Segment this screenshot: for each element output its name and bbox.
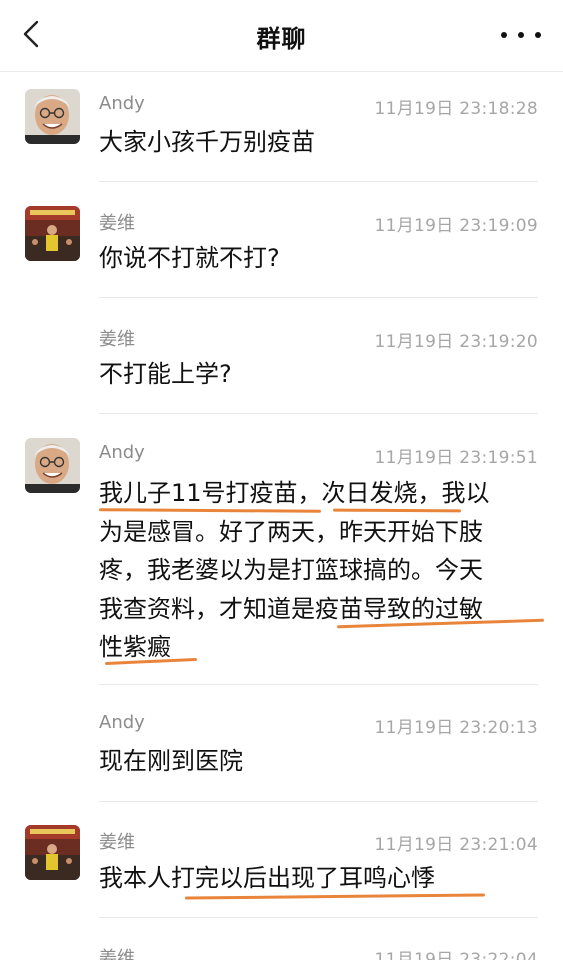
message-text: 我儿子11号打疫苗，次日发烧，我以 为是感冒。好了两天，昨天开始下肢 疼，我老婆… — [99, 474, 529, 667]
event-photo-avatar-icon — [25, 206, 80, 261]
page-title: 群聊 — [256, 25, 307, 53]
message-line: 我儿子11号打疫苗，次日发烧，我以 — [99, 479, 490, 507]
sender-name: 姜维 — [99, 213, 135, 234]
avatar[interactable] — [25, 89, 80, 144]
timestamp: 11月19日 23:19:51 — [374, 448, 538, 468]
divider — [99, 801, 538, 802]
timestamp: 11月19日 23:19:20 — [374, 332, 538, 352]
divider — [99, 917, 538, 918]
timestamp: 11月19日 23:18:28 — [374, 99, 538, 119]
elderly-man-avatar-icon — [25, 89, 80, 144]
message-text: 我本人打完以后出现了耳鸣心悸 — [99, 864, 435, 892]
divider — [99, 413, 538, 414]
timestamp: 11月19日 23:21:04 — [374, 835, 538, 855]
message-text: 不打能上学? — [99, 360, 232, 388]
message-text: 现在刚到医院 — [99, 747, 243, 775]
event-photo-avatar-icon — [25, 825, 80, 880]
avatar[interactable] — [25, 206, 80, 261]
more-dot — [535, 32, 541, 38]
message-line: 为是感冒。好了两天，昨天开始下肢 — [99, 517, 483, 546]
top-bar: 群聊 — [0, 0, 563, 72]
more-button[interactable] — [501, 22, 541, 48]
sender-name: 姜维 — [99, 329, 135, 350]
sender-name: Andy — [99, 93, 145, 114]
avatar[interactable] — [25, 438, 80, 493]
sender-name: 姜维 — [99, 832, 135, 853]
timestamp: 11月19日 23:20:13 — [374, 718, 538, 738]
message-text: 你说不打就不打? — [99, 244, 280, 272]
divider — [99, 684, 538, 685]
timestamp: 11月19日 23:19:09 — [374, 216, 538, 236]
sender-name: 姜维 — [99, 948, 135, 960]
sender-name: Andy — [99, 712, 145, 733]
sender-name: Andy — [99, 442, 145, 463]
message-text: 大家小孩千万别疫苗 — [99, 128, 315, 156]
more-dot — [518, 32, 524, 38]
more-horizontal-icon — [501, 32, 507, 38]
divider — [99, 297, 538, 298]
avatar[interactable] — [25, 825, 80, 880]
message-line: 疼，我老婆以为是打篮球搞的。今天 — [99, 556, 483, 584]
elderly-man-avatar-icon — [25, 438, 80, 493]
divider — [99, 181, 538, 182]
timestamp: 11月19日 23:22:04 — [374, 950, 538, 960]
